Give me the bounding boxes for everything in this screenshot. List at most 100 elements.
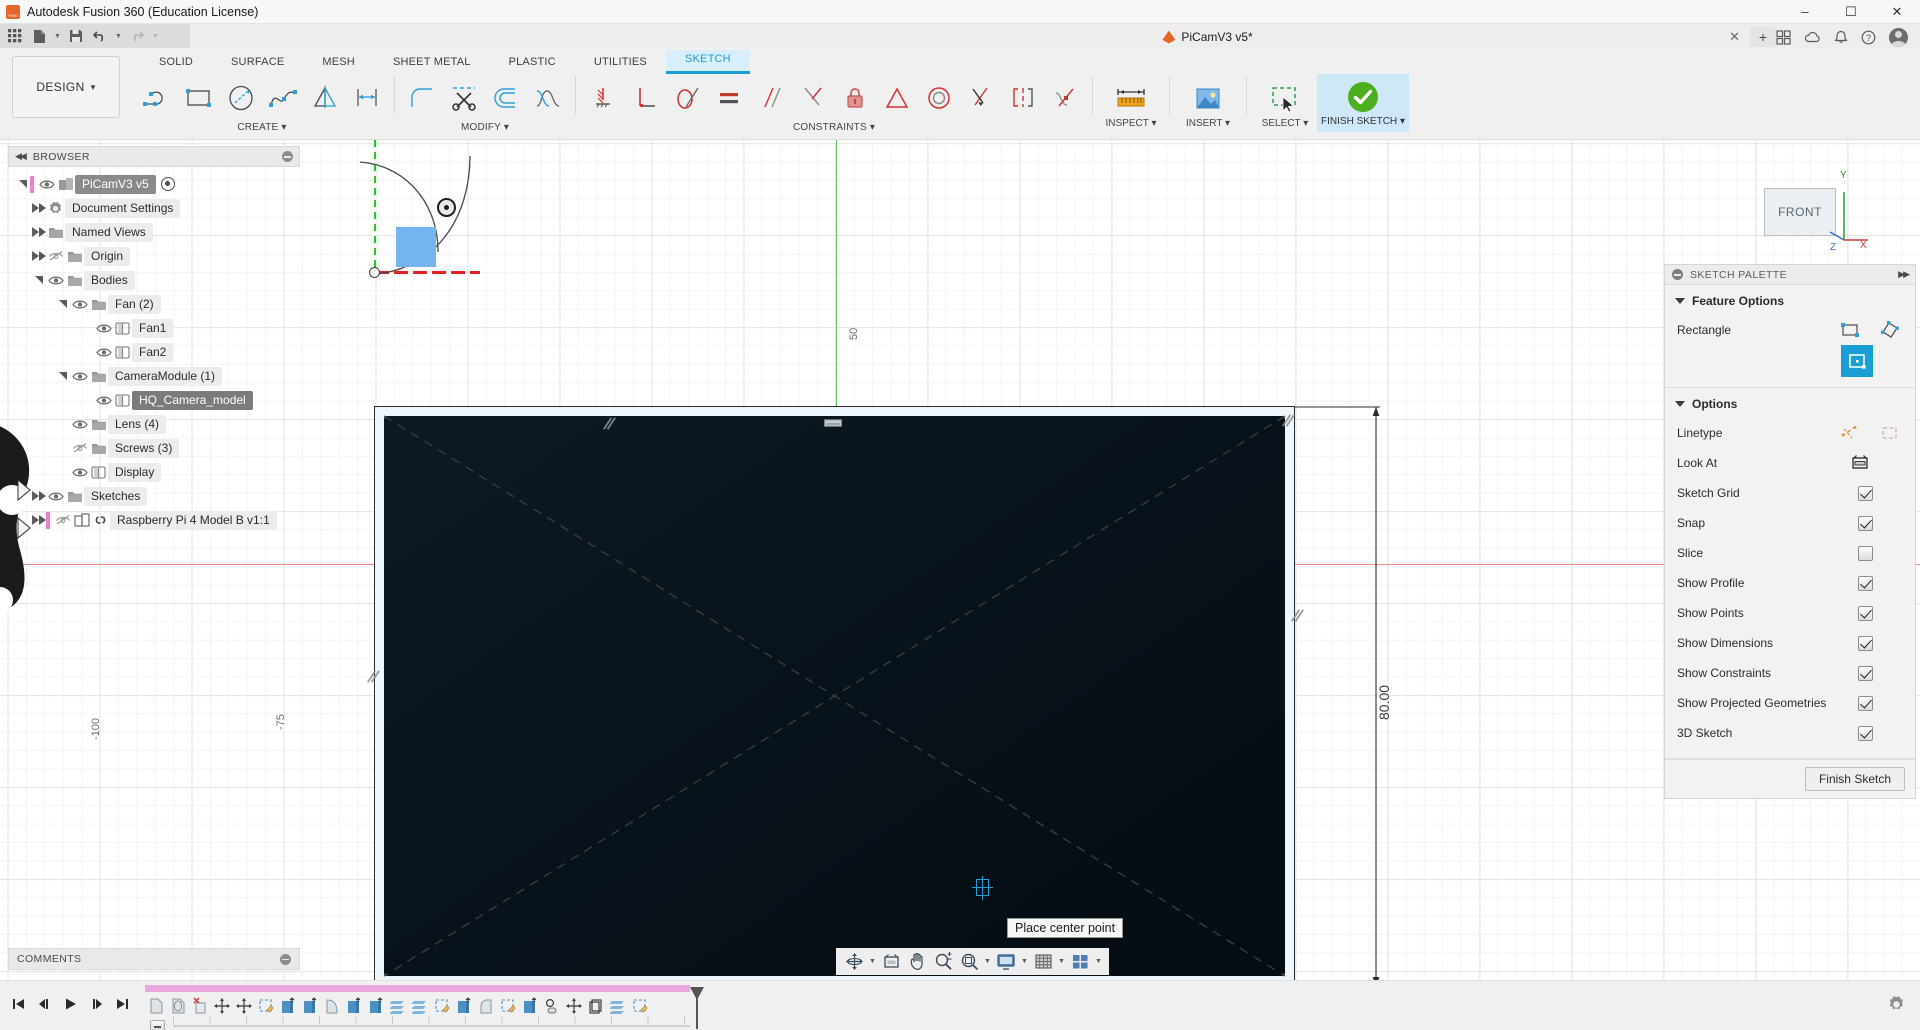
save-icon[interactable] bbox=[65, 26, 87, 46]
visibility-eye-icon[interactable] bbox=[46, 491, 65, 502]
equal-icon[interactable] bbox=[708, 77, 750, 119]
sketch-feature-icon[interactable] bbox=[629, 994, 651, 1018]
shell-feature-icon[interactable] bbox=[387, 994, 409, 1018]
feature-options-title-row[interactable]: Feature Options bbox=[1665, 294, 1915, 315]
step-back-icon[interactable] bbox=[32, 992, 56, 1016]
fix-lock-icon[interactable] bbox=[834, 77, 876, 119]
visibility-eye-hidden-icon[interactable] bbox=[70, 442, 89, 454]
comments-panel[interactable]: COMMENTS bbox=[8, 948, 300, 970]
active-component-radio[interactable] bbox=[160, 177, 175, 191]
insert-button[interactable]: INSERT ▾ bbox=[1176, 76, 1240, 129]
visibility-eye-icon[interactable] bbox=[70, 467, 89, 478]
orbit-icon[interactable] bbox=[841, 950, 867, 974]
parallel-constraint-glyph[interactable] bbox=[600, 415, 617, 432]
timeline-slider-knob[interactable] bbox=[150, 1020, 165, 1030]
expand-arrow-icon[interactable] bbox=[32, 251, 46, 261]
sketch-origin-point[interactable] bbox=[369, 267, 380, 278]
midpoint-icon[interactable] bbox=[876, 77, 918, 119]
fit-zoom-caret-icon[interactable]: ▼ bbox=[982, 950, 993, 974]
visibility-eye-hidden-icon[interactable] bbox=[46, 250, 65, 262]
parallel-constraint-glyph[interactable] bbox=[364, 668, 381, 685]
tree-item-display[interactable]: Display bbox=[8, 460, 300, 484]
visibility-eye-icon[interactable] bbox=[94, 395, 113, 406]
extrude-feature-icon[interactable] bbox=[277, 994, 299, 1018]
show-points-checkbox[interactable] bbox=[1858, 605, 1873, 621]
grid-apps-icon[interactable] bbox=[4, 26, 26, 46]
tree-item-lens[interactable]: Lens (4) bbox=[8, 412, 300, 436]
tree-item-hq-camera-model[interactable]: HQ_Camera_model bbox=[8, 388, 300, 412]
tree-item-named-views[interactable]: Named Views bbox=[8, 220, 300, 244]
3-point-rectangle-icon[interactable] bbox=[1877, 317, 1903, 343]
add-tab-button[interactable]: + bbox=[1750, 27, 1776, 47]
workspace-switcher[interactable]: DESIGN ▾ bbox=[12, 56, 120, 118]
tab-sketch[interactable]: SKETCH bbox=[665, 50, 750, 74]
tree-item-fan-group[interactable]: Fan (2) bbox=[8, 292, 300, 316]
group-caret-modify-icon[interactable]: ▾ bbox=[504, 122, 509, 133]
concentric-icon[interactable] bbox=[918, 77, 960, 119]
fillet-feature-icon[interactable] bbox=[475, 994, 497, 1018]
timeline-end-marker[interactable] bbox=[690, 987, 704, 1000]
height-dimension[interactable] bbox=[1294, 406, 1384, 980]
show-constraints-checkbox[interactable] bbox=[1858, 665, 1873, 681]
tree-item-fan2[interactable]: Fan2 bbox=[8, 340, 300, 364]
trim-scissors-icon[interactable] bbox=[443, 77, 485, 119]
curvature-icon[interactable] bbox=[1044, 77, 1086, 119]
move-copy-feature-icon[interactable] bbox=[233, 994, 255, 1018]
3d-sketch-checkbox[interactable] bbox=[1858, 725, 1873, 741]
select-button[interactable]: SELECT ▾ bbox=[1253, 76, 1317, 129]
construction-line-icon[interactable] bbox=[1837, 420, 1863, 446]
tree-item-sketches[interactable]: Sketches bbox=[8, 484, 300, 508]
sketch-feature-icon[interactable] bbox=[497, 994, 519, 1018]
expand-arrow-icon[interactable] bbox=[16, 180, 30, 188]
tree-item-document-settings[interactable]: Document Settings bbox=[8, 196, 300, 220]
visibility-eye-icon[interactable] bbox=[70, 371, 89, 382]
delete-feature-icon[interactable] bbox=[189, 994, 211, 1018]
fit-zoom-icon[interactable] bbox=[956, 950, 982, 974]
expand-arrow-icon[interactable] bbox=[32, 227, 46, 237]
extrude-feature-icon[interactable] bbox=[519, 994, 541, 1018]
tab-utilities[interactable]: UTILITIES bbox=[575, 53, 666, 74]
sketch-rectangle[interactable] bbox=[374, 406, 1295, 980]
visibility-eye-hidden-icon[interactable] bbox=[53, 514, 72, 526]
collapse-left-icon[interactable]: ◀◀ bbox=[15, 151, 27, 162]
tree-item-camera-module[interactable]: CameraModule (1) bbox=[8, 364, 300, 388]
user-avatar[interactable] bbox=[1889, 27, 1908, 47]
centerline-icon[interactable] bbox=[1877, 420, 1903, 446]
timeline-settings-gear-icon[interactable] bbox=[1887, 995, 1906, 1014]
mirror-icon[interactable] bbox=[304, 77, 346, 119]
tree-item-raspberry-pi[interactable]: Raspberry Pi 4 Model B v1:1 bbox=[8, 508, 300, 532]
redo-caret-icon[interactable]: ▼ bbox=[150, 26, 161, 46]
tab-solid[interactable]: SOLID bbox=[140, 53, 212, 74]
visibility-eye-icon[interactable] bbox=[37, 179, 56, 190]
expand-arrow-icon[interactable] bbox=[32, 491, 46, 501]
break-curve-icon[interactable] bbox=[527, 77, 569, 119]
document-tab[interactable]: PiCamV3 v5* bbox=[1152, 28, 1262, 46]
line-icon[interactable] bbox=[136, 77, 178, 119]
extrude-feature-icon[interactable] bbox=[453, 994, 475, 1018]
tab-mesh[interactable]: MESH bbox=[303, 53, 374, 74]
collinear-icon[interactable] bbox=[792, 77, 834, 119]
revolve-feature-icon[interactable] bbox=[321, 994, 343, 1018]
play-icon[interactable] bbox=[58, 992, 82, 1016]
extrude-feature-icon[interactable] bbox=[365, 994, 387, 1018]
minimize-button[interactable]: – bbox=[1782, 0, 1828, 24]
pattern-feature-icon[interactable] bbox=[585, 994, 607, 1018]
expand-arrow-icon[interactable] bbox=[56, 372, 70, 380]
extrude-feature-icon[interactable] bbox=[343, 994, 365, 1018]
sketch-feature-icon[interactable] bbox=[167, 994, 189, 1018]
height-dimension-value[interactable]: 80.00 bbox=[1376, 685, 1392, 720]
circle-icon[interactable] bbox=[220, 77, 262, 119]
grid-panel-icon[interactable] bbox=[1776, 29, 1791, 45]
grid-snaps-caret-icon[interactable]: ▼ bbox=[1056, 950, 1067, 974]
offset-icon[interactable] bbox=[485, 77, 527, 119]
look-at-camera-icon[interactable] bbox=[1847, 450, 1873, 476]
finish-sketch-ribbon-button[interactable]: FINISH SKETCH ▾ bbox=[1317, 74, 1409, 132]
maximize-button[interactable]: ☐ bbox=[1828, 0, 1874, 24]
sketch-grid-checkbox[interactable] bbox=[1858, 485, 1873, 501]
visibility-eye-icon[interactable] bbox=[70, 419, 89, 430]
tab-plastic[interactable]: PLASTIC bbox=[490, 53, 575, 74]
hole-feature-icon[interactable] bbox=[541, 994, 563, 1018]
tab-surface[interactable]: SURFACE bbox=[212, 53, 303, 74]
expand-arrow-icon[interactable] bbox=[56, 300, 70, 308]
rectangle-icon[interactable] bbox=[178, 77, 220, 119]
